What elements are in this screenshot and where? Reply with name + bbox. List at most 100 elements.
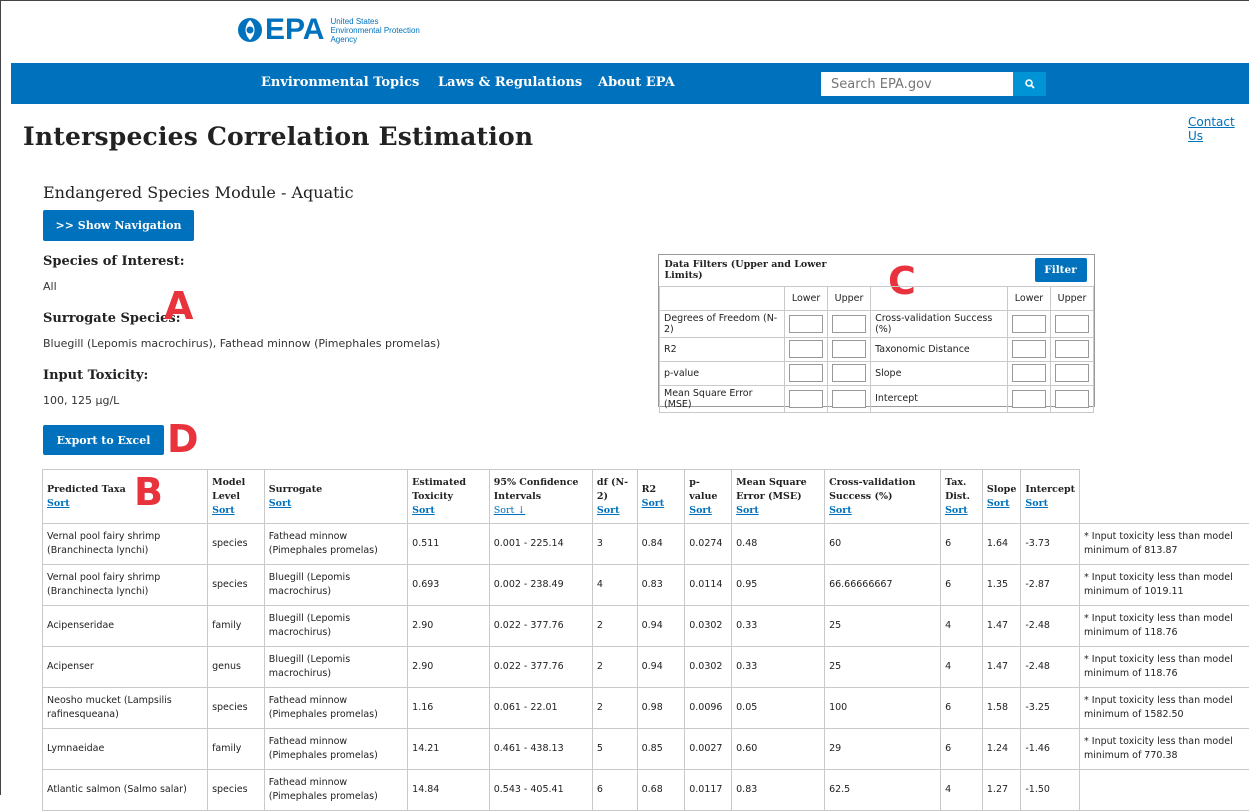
sort-link[interactable]: Sort (829, 505, 852, 516)
data-filters-panel: Data Filters (Upper and Lower Limits) Fi… (658, 254, 1095, 407)
lower-limit-header: Lower (1007, 286, 1050, 310)
table-cell: 0.60 (732, 729, 825, 770)
intercept-upper-input[interactable] (1055, 390, 1089, 408)
sort-link[interactable]: Sort (597, 505, 620, 516)
search-icon (1025, 79, 1035, 89)
sort-link[interactable]: Sort (945, 505, 968, 516)
table-cell: 0.85 (637, 729, 685, 770)
mse-lower-input[interactable] (789, 390, 823, 408)
cv-success-upper-input[interactable] (1055, 315, 1089, 333)
export-to-excel-button[interactable]: Export to Excel (43, 425, 164, 455)
table-cell: family (208, 606, 265, 647)
sort-link[interactable]: Sort (642, 498, 665, 509)
r2-lower-input[interactable] (789, 340, 823, 358)
tax-distance-upper-input[interactable] (1055, 340, 1089, 358)
nav-about-epa[interactable]: About EPA (598, 75, 675, 90)
table-cell: 0.98 (637, 688, 685, 729)
table-cell: Fathead minnow (Pimephales promelas) (264, 524, 407, 565)
intercept-lower-input[interactable] (1012, 390, 1046, 408)
table-cell: -3.73 (1021, 524, 1080, 565)
search-button[interactable] (1013, 72, 1046, 96)
sort-link[interactable]: Sort (269, 498, 292, 509)
search-input[interactable] (821, 72, 1024, 96)
nav-environmental-topics[interactable]: Environmental Topics (261, 75, 419, 90)
filter-label-df: Degrees of Freedom (N-2) (660, 310, 785, 337)
filter-label-r2: R2 (660, 337, 785, 361)
table-cell: 14.84 (408, 770, 490, 811)
epa-logo[interactable]: EPA United States Environmental Protecti… (237, 15, 420, 45)
sort-link[interactable]: Sort (1025, 498, 1048, 509)
table-cell: 0.022 - 377.76 (489, 606, 592, 647)
table-cell: 0.002 - 238.49 (489, 565, 592, 606)
table-cell: Atlantic salmon (Salmo salar) (43, 770, 208, 811)
table-header-row: Predicted TaxaSort Model LevelSort Surro… (43, 470, 1249, 524)
table-cell: 14.21 (408, 729, 490, 770)
column-header: Cross-validation Success (%)Sort (825, 470, 941, 524)
table-cell: 25 (825, 606, 941, 647)
tax-distance-lower-input[interactable] (1012, 340, 1046, 358)
table-row: Vernal pool fairy shrimp (Branchinecta l… (43, 524, 1249, 565)
table-cell: Bluegill (Lepomis macrochirus) (264, 565, 407, 606)
slope-lower-input[interactable] (1012, 364, 1046, 382)
species-of-interest-value: All (43, 280, 57, 293)
table-cell: -2.48 (1021, 606, 1080, 647)
mse-upper-input[interactable] (832, 390, 866, 408)
sort-link[interactable]: Sort (736, 505, 759, 516)
df-lower-input[interactable] (789, 315, 823, 333)
table-cell: Vernal pool fairy shrimp (Branchinecta l… (43, 565, 208, 606)
table-cell: Fathead minnow (Pimephales promelas) (264, 770, 407, 811)
table-cell: 6 (941, 524, 983, 565)
sort-link[interactable]: Sort (212, 505, 235, 516)
sort-link[interactable]: Sort (47, 498, 70, 509)
cv-success-lower-input[interactable] (1012, 315, 1046, 333)
sort-link-active[interactable]: Sort ↓ (494, 505, 526, 516)
filter-label-cv-success: Cross-validation Success (%) (871, 310, 1008, 337)
table-cell: 0.83 (637, 565, 685, 606)
table-cell: 0.0302 (685, 606, 732, 647)
table-cell: 0.461 - 438.13 (489, 729, 592, 770)
table-cell: 1.64 (982, 524, 1021, 565)
table-cell: Fathead minnow (Pimephales promelas) (264, 729, 407, 770)
table-cell: 6 (941, 729, 983, 770)
upper-limit-header: Upper (828, 286, 871, 310)
show-navigation-button[interactable]: >> Show Navigation (43, 210, 194, 241)
table-cell: species (208, 565, 265, 606)
p-value-upper-input[interactable] (832, 364, 866, 382)
r2-upper-input[interactable] (832, 340, 866, 358)
table-cell: 0.0117 (685, 770, 732, 811)
table-cell: 0.94 (637, 647, 685, 688)
nav-laws-regulations[interactable]: Laws & Regulations (438, 75, 582, 90)
table-cell: Neosho mucket (Lampsilis rafinesqueana) (43, 688, 208, 729)
table-cell: 0.022 - 377.76 (489, 647, 592, 688)
table-cell: 0.33 (732, 606, 825, 647)
surrogate-species-value: Bluegill (Lepomis macrochirus), Fathead … (43, 337, 440, 350)
table-row: LymnaeidaefamilyFathead minnow (Pimephal… (43, 729, 1249, 770)
table-cell: 0.693 (408, 565, 490, 606)
table-row: Vernal pool fairy shrimp (Branchinecta l… (43, 565, 1249, 606)
slope-upper-input[interactable] (1055, 364, 1089, 382)
table-cell: 0.94 (637, 606, 685, 647)
df-upper-input[interactable] (832, 315, 866, 333)
table-cell: 0.0274 (685, 524, 732, 565)
table-cell: 1.24 (982, 729, 1021, 770)
filter-label-mse: Mean Square Error (MSE) (660, 385, 785, 412)
table-cell: 6 (941, 565, 983, 606)
table-cell: 0.95 (732, 565, 825, 606)
contact-us-link[interactable]: Contact Us (1188, 115, 1249, 143)
column-header: Estimated ToxicitySort (408, 470, 490, 524)
table-cell: 0.83 (732, 770, 825, 811)
sort-link[interactable]: Sort (689, 505, 712, 516)
table-cell: -2.87 (1021, 565, 1080, 606)
table-cell: 2 (592, 688, 637, 729)
table-cell: 2 (592, 606, 637, 647)
sort-link[interactable]: Sort (412, 505, 435, 516)
sort-link[interactable]: Sort (987, 498, 1010, 509)
filter-label-slope: Slope (871, 361, 1008, 385)
table-cell: Acipenseridae (43, 606, 208, 647)
column-header: Mean Square Error (MSE)Sort (732, 470, 825, 524)
column-header: p-valueSort (685, 470, 732, 524)
table-cell: -1.46 (1021, 729, 1080, 770)
p-value-lower-input[interactable] (789, 364, 823, 382)
filter-button[interactable]: Filter (1035, 258, 1087, 282)
table-row: Neosho mucket (Lampsilis rafinesqueana)s… (43, 688, 1249, 729)
